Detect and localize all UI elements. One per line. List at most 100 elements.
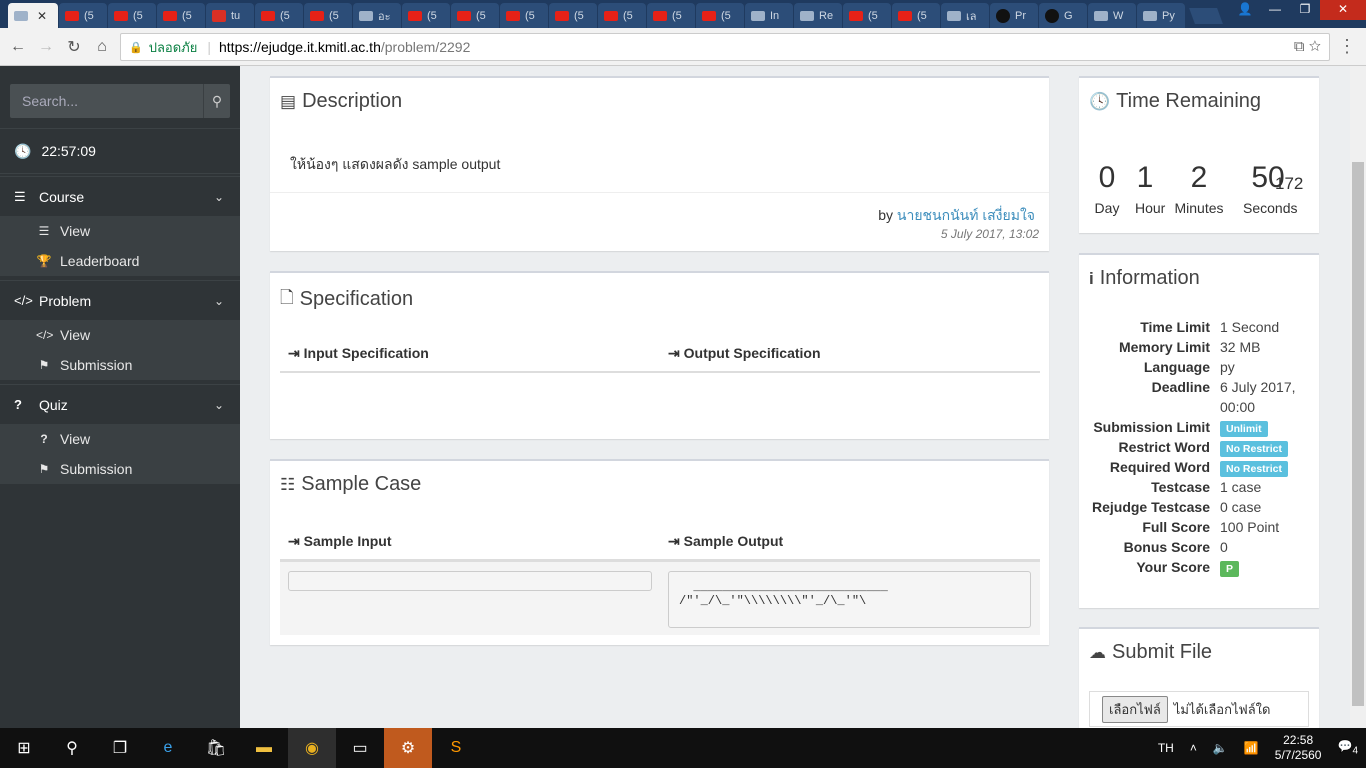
sidebar-item-problem-submission[interactable]: ⚑ Submission <box>0 350 240 380</box>
search-icon[interactable]: ⚲ <box>203 84 230 118</box>
file-input: เลือกไฟล์ ไม่ได้เลือกไฟล์ใด <box>1089 691 1309 727</box>
sidebar-item-course[interactable]: ☰ Course ⌄ <box>0 176 240 216</box>
browser-tab[interactable]: (5 <box>402 3 450 28</box>
taskbar-clock[interactable]: 22:58 5/7/2560 <box>1275 733 1322 763</box>
minimize-button[interactable]: — <box>1260 0 1290 20</box>
code-icon: </> <box>14 293 33 308</box>
status-badge: Unlimit <box>1220 421 1268 437</box>
tab-label: (5 <box>917 9 927 22</box>
status-badge: No Restrict <box>1220 461 1289 477</box>
generic-icon <box>1094 10 1108 21</box>
description-title: Description <box>302 90 403 112</box>
file-explorer-icon[interactable]: ▬ <box>240 728 288 768</box>
browser-tab[interactable]: (5 <box>255 3 303 28</box>
store-icon[interactable]: 🛍 <box>192 728 240 768</box>
url-field[interactable]: 🔒 ปลอดภัย | https://ejudge.it.kmitl.ac.t… <box>120 33 1330 61</box>
browser-tab[interactable]: เล <box>941 3 989 28</box>
browser-tab[interactable]: In <box>745 3 793 28</box>
notification-icon[interactable]: 💬4 <box>1337 739 1358 756</box>
info-key: Required Word <box>1109 459 1210 475</box>
browser-tab[interactable]: tu <box>206 3 254 28</box>
sidebar-item-problem[interactable]: </> Problem ⌄ <box>0 280 240 320</box>
forward-button[interactable]: → <box>32 38 60 56</box>
time-remaining-panel: 🕓 Time Remaining 0 Day 1 Hour 2 Minutes 50 S… <box>1079 76 1319 233</box>
user-icon[interactable]: 👤 <box>1230 0 1260 20</box>
countdown-minutes: 2 Minutes <box>1174 161 1224 216</box>
sublime-icon[interactable]: S <box>432 728 480 768</box>
volume-icon[interactable]: 🔈 <box>1213 741 1228 755</box>
browser-tab[interactable]: (5 <box>647 3 695 28</box>
settings-gear-icon[interactable]: ⚙ <box>384 728 432 768</box>
tab-label: (5 <box>868 9 878 22</box>
browser-tab[interactable]: (5 <box>843 3 891 28</box>
browser-tab[interactable]: W <box>1088 3 1136 28</box>
taskbar-date: 5/7/2560 <box>1274 748 1322 762</box>
tray-arrow-icon[interactable]: ˄ <box>1190 741 1197 755</box>
browser-tab[interactable]: (5 <box>500 3 548 28</box>
sidebar-search: ⚲ <box>10 84 230 118</box>
post-date: 5 July 2017, 13:02 <box>940 227 1039 241</box>
chrome-icon[interactable]: ◉ <box>288 728 336 768</box>
browser-tab[interactable]: G <box>1039 3 1087 28</box>
sidebar-item-quiz-submission[interactable]: ⚑ Submission <box>0 454 240 484</box>
specification-title: Specification <box>299 288 414 310</box>
sidebar-item-leaderboard[interactable]: 🏆 Leaderboard <box>0 246 240 276</box>
scrollbar-thumb[interactable] <box>1352 162 1364 706</box>
terminal-icon[interactable]: ▭ <box>336 728 384 768</box>
sidebar-item-quiz[interactable]: ? Quiz ⌄ <box>0 384 240 424</box>
clock-icon: 🕓 <box>1089 91 1111 111</box>
browser-tab[interactable]: (5 <box>696 3 744 28</box>
close-window-button[interactable]: ✕ <box>1320 0 1366 20</box>
browser-tab[interactable]: (5 <box>108 3 156 28</box>
sidebar-item-course-view[interactable]: ☰ View <box>0 216 240 246</box>
new-tab-button[interactable] <box>1189 8 1223 24</box>
sidebar-item-label: View <box>60 327 91 343</box>
sidebar-section-label: Problem <box>39 292 92 309</box>
search-icon[interactable]: ⚲ <box>48 728 96 768</box>
info-value: Unlimit <box>1220 417 1319 437</box>
info-value: 0 <box>1220 539 1228 555</box>
browser-menu-icon[interactable]: ⋮ <box>1338 36 1356 57</box>
browser-tab[interactable]: Re <box>794 3 842 28</box>
browser-tab[interactable]: (5 <box>598 3 646 28</box>
browser-tab[interactable]: (5 <box>549 3 597 28</box>
scrollbar[interactable] <box>1350 66 1366 728</box>
cloud-upload-icon: ☁ <box>1089 642 1106 662</box>
sidebar-item-problem-view[interactable]: </> View <box>0 320 240 350</box>
browser-tab[interactable]: Pr <box>990 3 1038 28</box>
home-button[interactable]: ⌂ <box>88 38 116 56</box>
countdown-day: 0 Day <box>1094 161 1120 216</box>
browser-tab[interactable]: (5 <box>157 3 205 28</box>
edge-icon[interactable]: e <box>144 728 192 768</box>
choose-file-button[interactable]: เลือกไฟล์ <box>1102 695 1168 723</box>
windows-start-icon[interactable]: ⊞ <box>0 728 48 768</box>
tab-label: (5 <box>133 9 143 22</box>
back-button[interactable]: ← <box>4 38 32 56</box>
network-icon[interactable]: 📶 <box>1244 741 1259 755</box>
sidebar-item-quiz-view[interactable]: ? View <box>0 424 240 454</box>
reload-button[interactable]: ↻ <box>60 37 88 57</box>
browser-tab[interactable]: Py <box>1137 3 1185 28</box>
browser-tab[interactable]: อะ <box>353 3 401 28</box>
browser-tab[interactable]: (5 <box>451 3 499 28</box>
close-icon[interactable]: ✕ <box>37 9 47 23</box>
info-row: Your Score P <box>1079 557 1319 577</box>
task-view-icon[interactable]: ❐ <box>96 728 144 768</box>
search-input[interactable] <box>10 84 203 118</box>
description-text: ให้น้องๆ แสดงผลดัง sample output <box>290 156 501 172</box>
author-link[interactable]: นายชนกนันท์ เสงี่ยมใจ <box>897 207 1035 223</box>
browser-tab[interactable]: ✕ <box>8 3 58 28</box>
info-value: 0 case <box>1220 499 1262 515</box>
browser-tab[interactable]: (5 <box>892 3 940 28</box>
info-key: Submission Limit <box>1093 419 1210 435</box>
restore-button[interactable]: ❐ <box>1290 0 1320 20</box>
browser-tab[interactable]: (5 <box>59 3 107 28</box>
tab-label: (5 <box>182 9 192 22</box>
tab-label: เล <box>966 10 977 23</box>
tab-label: In <box>770 9 780 22</box>
language-indicator[interactable]: TH <box>1158 741 1174 755</box>
pdf-icon <box>212 9 226 22</box>
info-key <box>1079 397 1220 417</box>
translate-star-icons[interactable]: ⧉ ☆ <box>1294 38 1321 55</box>
browser-tab[interactable]: (5 <box>304 3 352 28</box>
